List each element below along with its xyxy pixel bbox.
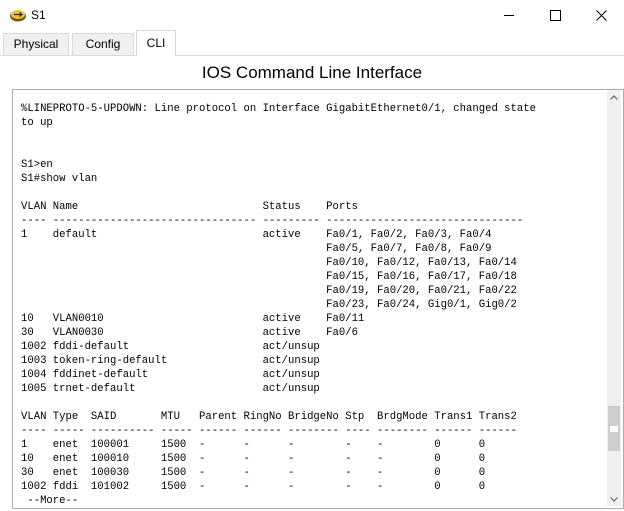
- tab-physical[interactable]: Physical: [3, 33, 69, 55]
- window-title: S1: [31, 8, 46, 22]
- close-button[interactable]: [578, 0, 624, 30]
- tab-bar: Physical Config CLI: [0, 30, 624, 56]
- chevron-up-icon: [610, 94, 618, 100]
- chevron-down-icon: [610, 496, 618, 502]
- maximize-icon: [549, 9, 561, 21]
- minimize-icon: [504, 14, 514, 16]
- console-scrollbar[interactable]: [607, 90, 621, 506]
- tab-cli[interactable]: CLI: [136, 30, 176, 56]
- minimize-button[interactable]: [486, 0, 532, 30]
- scrollbar-grip: [610, 426, 618, 432]
- close-icon: [595, 9, 607, 21]
- scrollbar-thumb[interactable]: [608, 406, 620, 451]
- scroll-down-button[interactable]: [607, 492, 621, 506]
- scroll-up-button[interactable]: [607, 90, 621, 104]
- maximize-button[interactable]: [532, 0, 578, 30]
- cli-console[interactable]: %LINEPROTO-5-UPDOWN: Line protocol on In…: [12, 89, 624, 509]
- cli-heading: IOS Command Line Interface: [201, 63, 423, 82]
- packet-tracer-switch-icon: [10, 10, 26, 22]
- title-bar: S1: [0, 0, 624, 30]
- cli-output[interactable]: %LINEPROTO-5-UPDOWN: Line protocol on In…: [21, 102, 603, 504]
- tab-config[interactable]: Config: [72, 33, 134, 55]
